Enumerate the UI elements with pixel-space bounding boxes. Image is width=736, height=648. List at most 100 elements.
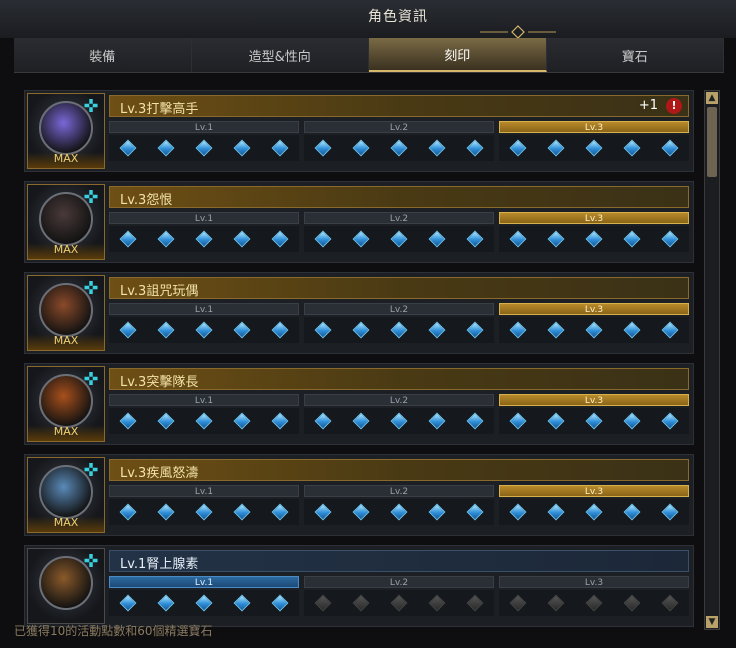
level-tabs: Lv.1 Lv.2 Lv.3 (109, 394, 689, 406)
engraving-name-bar: Lv.3突擊隊長 (109, 368, 689, 390)
diamond-gem-icon (428, 594, 446, 612)
engraving-icon-frame[interactable]: ✜ MAX (27, 366, 105, 442)
level-tab-lv3: Lv.3 (499, 485, 689, 497)
level-tab-lv3: Lv.3 (499, 394, 689, 406)
tab-gems[interactable]: 寶石 (546, 38, 724, 72)
diamond-gem-icon (466, 230, 484, 248)
level-tabs: Lv.1 Lv.2 Lv.3 (109, 121, 689, 133)
warning-icon[interactable]: ! (666, 98, 682, 114)
window-title: 角色資訊 (368, 9, 428, 25)
gem-group (304, 317, 494, 343)
gem-row (109, 499, 689, 525)
diamond-gem-icon (547, 503, 565, 521)
diamond-gem-icon (428, 503, 446, 521)
diamond-gem-icon (352, 503, 370, 521)
window-titlebar: 角色資訊 (0, 0, 736, 39)
diamond-gem-icon (233, 321, 251, 339)
level-tab-lv1: Lv.1 (109, 212, 299, 224)
level-tab-lv1: Lv.1 (109, 394, 299, 406)
diamond-gem-icon (585, 139, 603, 157)
engraving-name-bar: Lv.3打擊高手 +1! (109, 95, 689, 117)
level-tabs: Lv.1 Lv.2 Lv.3 (109, 212, 689, 224)
engraving-row[interactable]: ✜ Lv.1腎上腺素 Lv.1 Lv.2 Lv.3 (24, 545, 694, 627)
engraving-name-bar: Lv.1腎上腺素 (109, 550, 689, 572)
engraving-name-bar: Lv.3怨恨 (109, 186, 689, 208)
diamond-gem-icon (119, 412, 137, 430)
scroll-down-icon[interactable]: ▼ (706, 616, 718, 628)
tab-appearance[interactable]: 造型&性向 (191, 38, 369, 72)
compass-plus-icon[interactable]: ✜ (80, 187, 102, 209)
gem-group (499, 590, 689, 616)
diamond-gem-icon (195, 230, 213, 248)
level-tab-lv1: Lv.1 (109, 303, 299, 315)
gem-group (499, 317, 689, 343)
diamond-gem-icon (271, 230, 289, 248)
diamond-gem-icon (195, 503, 213, 521)
diamond-gem-icon (585, 230, 603, 248)
diamond-gem-icon (623, 503, 641, 521)
gem-group (109, 408, 299, 434)
engraving-row[interactable]: ✜ MAX Lv.3打擊高手 +1! Lv.1 Lv.2 Lv.3 (24, 90, 694, 172)
engraving-icon-frame[interactable]: ✜ MAX (27, 457, 105, 533)
compass-plus-icon[interactable]: ✜ (80, 551, 102, 573)
diamond-gem-icon (314, 503, 332, 521)
diamond-gem-icon (428, 230, 446, 248)
gem-row (109, 408, 689, 434)
diamond-gem-icon (509, 321, 527, 339)
diamond-gem-icon (428, 139, 446, 157)
diamond-gem-icon (466, 321, 484, 339)
engraving-name: Lv.3詛咒玩偶 (120, 284, 199, 299)
compass-plus-icon[interactable]: ✜ (80, 369, 102, 391)
diamond-gem-icon (509, 594, 527, 612)
diamond-gem-icon (623, 594, 641, 612)
engraving-row[interactable]: ✜ MAX Lv.3怨恨 Lv.1 Lv.2 Lv.3 (24, 181, 694, 263)
diamond-gem-icon (233, 503, 251, 521)
tab-equipment[interactable]: 裝備 (14, 38, 192, 72)
diamond-gem-icon (585, 594, 603, 612)
scroll-thumb[interactable] (707, 107, 717, 177)
engraving-row[interactable]: ✜ MAX Lv.3疾風怒濤 Lv.1 Lv.2 Lv.3 (24, 454, 694, 536)
scrollbar[interactable]: ▲ ▼ (704, 90, 720, 630)
level-tab-lv2: Lv.2 (304, 394, 494, 406)
gem-group (499, 135, 689, 161)
engraving-icon-frame[interactable]: ✜ MAX (27, 275, 105, 351)
level-tab-lv1: Lv.1 (109, 121, 299, 133)
diamond-gem-icon (509, 139, 527, 157)
diamond-gem-icon (547, 230, 565, 248)
diamond-gem-icon (509, 412, 527, 430)
gem-group (109, 590, 299, 616)
diamond-gem-icon (195, 594, 213, 612)
gem-group (304, 590, 494, 616)
diamond-gem-icon (585, 321, 603, 339)
diamond-gem-icon (271, 139, 289, 157)
diamond-gem-icon (466, 139, 484, 157)
engraving-icon-frame[interactable]: ✜ (27, 548, 105, 624)
diamond-gem-icon (661, 594, 679, 612)
diamond-gem-icon (157, 321, 175, 339)
engraving-row[interactable]: ✜ MAX Lv.3突擊隊長 Lv.1 Lv.2 Lv.3 (24, 363, 694, 445)
tab-bar: 裝備 造型&性向 刻印 寶石 (14, 38, 724, 73)
tab-engravings[interactable]: 刻印 (369, 38, 547, 72)
engraving-icon-frame[interactable]: ✜ MAX (27, 93, 105, 169)
level-tab-lv2: Lv.2 (304, 303, 494, 315)
engraving-icon-frame[interactable]: ✜ MAX (27, 184, 105, 260)
compass-plus-icon[interactable]: ✜ (80, 278, 102, 300)
compass-plus-icon[interactable]: ✜ (80, 460, 102, 482)
diamond-gem-icon (119, 321, 137, 339)
diamond-gem-icon (352, 139, 370, 157)
scroll-up-icon[interactable]: ▲ (706, 92, 718, 104)
gem-row (109, 135, 689, 161)
diamond-gem-icon (661, 412, 679, 430)
diamond-gem-icon (352, 321, 370, 339)
level-tabs: Lv.1 Lv.2 Lv.3 (109, 485, 689, 497)
compass-plus-icon[interactable]: ✜ (80, 96, 102, 118)
engraving-name: Lv.3疾風怒濤 (120, 466, 199, 481)
diamond-gem-icon (233, 230, 251, 248)
engraving-row[interactable]: ✜ MAX Lv.3詛咒玩偶 Lv.1 Lv.2 Lv.3 (24, 272, 694, 354)
diamond-gem-icon (233, 594, 251, 612)
level-tab-lv1: Lv.1 (109, 576, 299, 588)
level-tab-lv2: Lv.2 (304, 212, 494, 224)
diamond-gem-icon (119, 503, 137, 521)
gem-group (304, 135, 494, 161)
diamond-gem-icon (352, 594, 370, 612)
